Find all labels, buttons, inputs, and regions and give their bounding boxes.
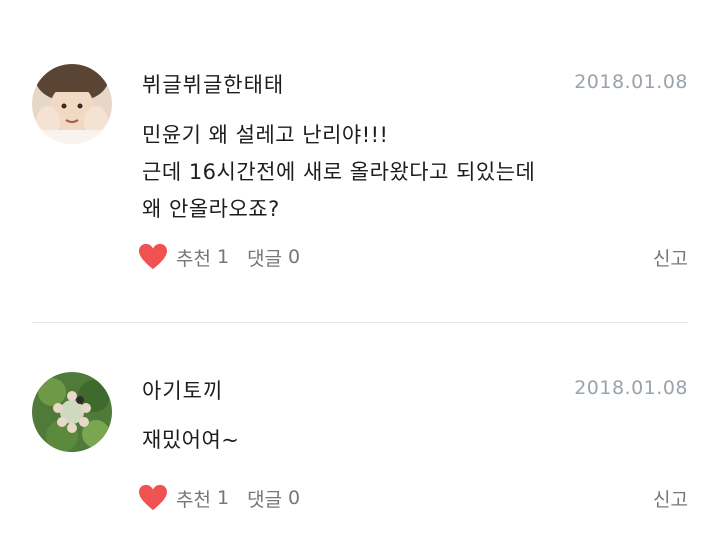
comment-body: 민윤기 왜 설레고 난리야!!! 근데 16시간전에 새로 올라왔다고 되있는데… — [142, 117, 662, 228]
reply-count: 0 — [288, 246, 301, 268]
reply-label: 댓글 — [247, 247, 283, 270]
comment-item: 아기토끼 2018.01.08 재밌어여~ 추천 1 댓글 0 신고 — [0, 326, 720, 540]
like-count: 1 — [216, 246, 230, 268]
heart-icon — [139, 484, 167, 511]
comment-actions: 추천 1 댓글 0 — [138, 241, 300, 273]
report-button[interactable]: 신고 — [653, 244, 688, 271]
comment-body-line: 근데 16시간전에 새로 올라왔다고 되있는데 — [142, 160, 536, 184]
like-label: 추천 — [176, 247, 211, 270]
avatar[interactable] — [32, 372, 112, 452]
reply-label: 댓글 — [247, 488, 283, 511]
comment-body-line: 왜 안올라오죠? — [142, 197, 280, 221]
comment-date: 2018.01.08 — [574, 71, 688, 93]
divider — [32, 322, 688, 323]
like-label: 추천 — [176, 488, 211, 511]
comment-item: 뷔글뷔글한태태 2018.01.08 민윤기 왜 설레고 난리야!!! 근데 1… — [0, 0, 720, 320]
like-button[interactable]: 추천 1 — [138, 243, 229, 271]
reply-button[interactable]: 댓글 0 — [247, 244, 300, 271]
username[interactable]: 아기토끼 — [142, 375, 223, 405]
avatar[interactable] — [32, 64, 112, 144]
like-button[interactable]: 추천 1 — [138, 484, 229, 512]
reply-count: 0 — [288, 487, 301, 509]
report-button[interactable]: 신고 — [653, 485, 688, 512]
heart-icon — [139, 243, 167, 270]
reply-button[interactable]: 댓글 0 — [247, 485, 300, 512]
like-count: 1 — [216, 487, 230, 509]
comment-body-line: 재밌어여~ — [142, 428, 240, 452]
username[interactable]: 뷔글뷔글한태태 — [142, 69, 284, 99]
comment-date: 2018.01.08 — [574, 377, 688, 399]
comment-actions: 추천 1 댓글 0 — [138, 482, 300, 514]
comment-body: 재밌어여~ — [142, 422, 662, 459]
comment-body-line: 민윤기 왜 설레고 난리야!!! — [142, 123, 389, 147]
